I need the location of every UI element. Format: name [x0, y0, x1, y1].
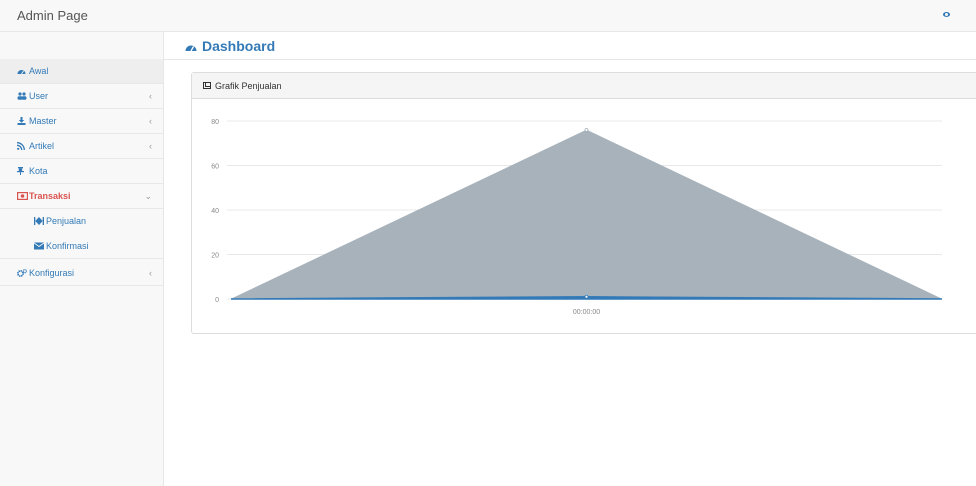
dashboard-icon: [17, 67, 26, 77]
series-2-point: [584, 294, 589, 299]
sidebar-item-label: Artikel: [29, 141, 55, 151]
download-icon: [17, 117, 26, 127]
sidebar-item-master[interactable]: Master ‹: [0, 109, 163, 134]
y-tick-label: 20: [211, 253, 219, 260]
area-chart-icon: [203, 82, 211, 89]
dashboard-icon: [185, 39, 197, 52]
fast-forward-icon: [34, 217, 44, 227]
top-navbar: Admin Page: [0, 0, 976, 32]
envelope-icon: [33, 242, 45, 252]
users-icon: [17, 92, 27, 102]
sidebar-item-artikel[interactable]: Artikel ‹: [0, 134, 163, 159]
sidebar-item-label: Kota: [29, 166, 48, 176]
sidebar-item-label: User: [29, 91, 49, 101]
sidebar-item-transaksi[interactable]: Transaksi ⌄: [0, 184, 163, 209]
panel-title: Grafik Penjualan: [215, 81, 282, 91]
page-title: Dashboard: [185, 38, 275, 54]
chevron-left-icon: ‹: [149, 268, 152, 278]
sidebar-item-label: Awal: [29, 66, 49, 76]
sidebar-item-konfigurasi[interactable]: Konfigurasi ‹: [0, 261, 163, 286]
money-icon: [17, 192, 29, 202]
sidebar-item-label: Konfigurasi: [29, 268, 75, 278]
rss-icon: [16, 142, 25, 152]
y-tick-label: 60: [211, 164, 219, 171]
sidebar-item-user[interactable]: User ‹: [0, 84, 163, 109]
sales-chart-panel: Grafik Penjualan 0 20 40 60 80 00:00:00: [191, 72, 976, 334]
thumbtack-icon: [17, 167, 24, 177]
page-title-text: Dashboard: [202, 38, 276, 54]
series-1-point: [584, 127, 589, 132]
sidebar-item-label: Transaksi: [29, 191, 71, 201]
eye-icon[interactable]: [943, 12, 950, 17]
sidebar-subitem-penjualan[interactable]: Penjualan: [0, 209, 163, 234]
sales-area-chart: 0 20 40 60 80 00:00:00: [211, 119, 943, 316]
x-tick-label: 00:00:00: [573, 309, 600, 316]
chevron-left-icon: ‹: [149, 91, 152, 101]
sidebar-item-label: Master: [29, 116, 57, 126]
sidebar-item-label: Penjualan: [46, 216, 87, 226]
sidebar-item-awal[interactable]: Awal: [0, 59, 163, 84]
app-title[interactable]: Admin Page: [17, 8, 88, 23]
sidebar-item-label: Konfirmasi: [46, 241, 89, 251]
title-divider: [164, 59, 976, 60]
y-tick-label: 0: [215, 297, 219, 304]
sidebar-item-kota[interactable]: Kota: [0, 159, 163, 184]
sidebar-subitem-konfirmasi[interactable]: Konfirmasi: [0, 234, 163, 259]
chevron-down-icon: ⌄: [144, 191, 152, 201]
chevron-left-icon: ‹: [149, 116, 152, 126]
panel-heading: Grafik Penjualan: [192, 73, 976, 99]
sidebar: Awal User ‹ Master ‹ Artikel ‹ Kota Tran…: [0, 32, 164, 486]
cogs-icon: [17, 269, 28, 279]
chevron-left-icon: ‹: [149, 141, 152, 151]
series-1-area: [230, 129, 943, 300]
y-tick-label: 80: [211, 119, 219, 126]
y-tick-label: 40: [211, 208, 219, 215]
